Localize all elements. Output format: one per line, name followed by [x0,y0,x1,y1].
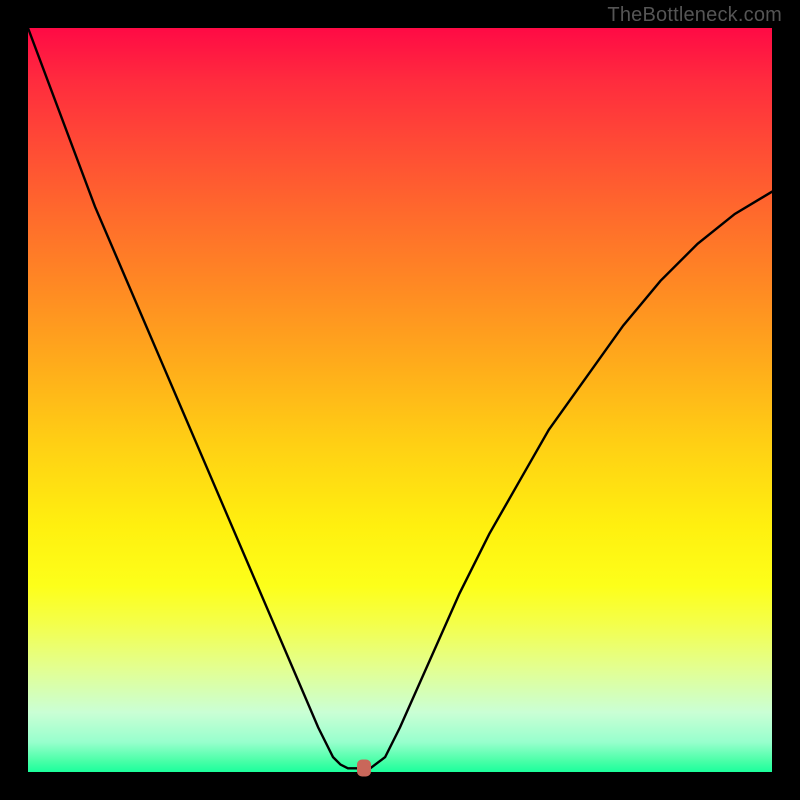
curve-line [28,28,772,768]
watermark-text: TheBottleneck.com [607,4,782,27]
bottleneck-marker [357,759,371,776]
chart-svg [28,28,772,772]
chart-plot-area [28,28,772,772]
